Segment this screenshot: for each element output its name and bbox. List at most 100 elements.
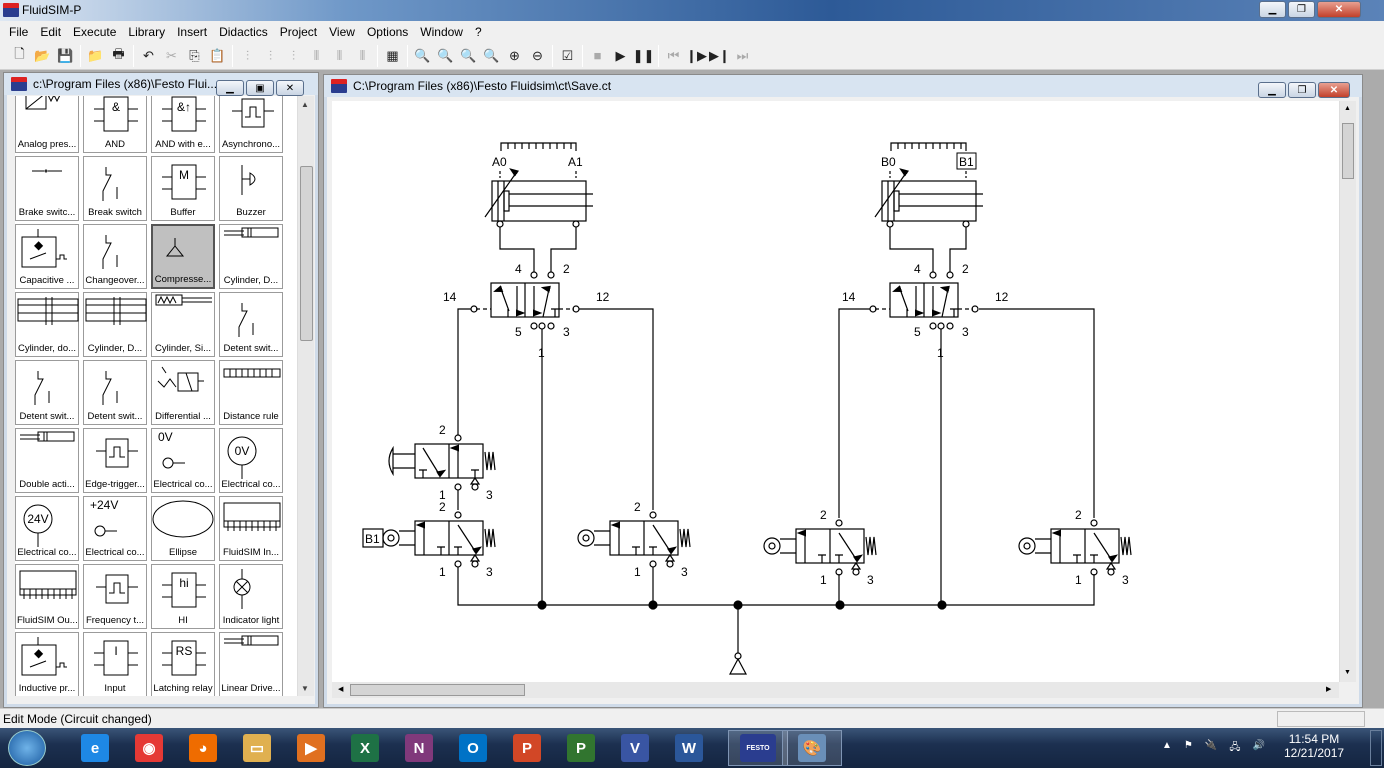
menu-options[interactable]: Options (361, 25, 414, 39)
library-item[interactable]: ◆ Inductive pr... (15, 632, 79, 696)
menu-view[interactable]: View (323, 25, 361, 39)
grid-icon[interactable]: ▦ (381, 45, 404, 67)
library-item[interactable]: Distance rule (219, 360, 283, 425)
library-item[interactable]: Compresse... (151, 224, 215, 289)
library-item[interactable]: Cylinder, do... (15, 292, 79, 357)
library-item[interactable]: Detent swit... (83, 360, 147, 425)
library-item[interactable]: Cylinder, Si... (151, 292, 215, 357)
action-center-flag-icon[interactable]: ⚑ (1184, 740, 1193, 757)
library-item[interactable]: Cylinder, D... (219, 224, 283, 289)
taskbar-firefox[interactable]: ◕ (178, 730, 228, 766)
library-scrollbar[interactable]: ▲ ▼ (297, 96, 314, 696)
library-item[interactable]: 0V Electrical co... (151, 428, 215, 493)
menu-didactics[interactable]: Didactics (213, 25, 274, 39)
taskbar-project[interactable]: P (556, 730, 606, 766)
scroll-right-icon[interactable]: ▶ (1326, 685, 1331, 693)
library-item[interactable]: Break switch (83, 156, 147, 221)
menu-edit[interactable]: Edit (34, 25, 67, 39)
taskbar-fluidsim[interactable]: FESTO (728, 730, 788, 766)
cylinder-b[interactable]: B0 B1 (874, 142, 983, 228)
menu-execute[interactable]: Execute (67, 25, 122, 39)
align-top-icon[interactable]: ⫴ (305, 45, 328, 67)
circuit-close-button[interactable]: ✕ (1318, 82, 1350, 98)
zoom-1-1-icon[interactable]: 🔍 (411, 45, 434, 67)
taskbar-word[interactable]: W (664, 730, 714, 766)
start-button[interactable] (8, 730, 46, 766)
valve-3-2-roller_b1r[interactable]: 2 1 3 (1018, 508, 1132, 587)
copy-icon[interactable]: ⎘ (183, 45, 206, 67)
open-icon[interactable]: 📂 (31, 45, 54, 67)
show-desktop-button[interactable] (1370, 730, 1382, 766)
library-item[interactable]: Analog pres... (15, 96, 79, 153)
zoom-out-icon[interactable]: ⊖ (526, 45, 549, 67)
cut-icon[interactable]: ✂ (160, 45, 183, 67)
fast-forward-icon[interactable]: ⏭ (731, 45, 754, 67)
stop-icon[interactable]: ■ (586, 45, 609, 67)
taskbar-internet-explorer[interactable]: e (70, 730, 120, 766)
save-icon[interactable]: 💾 (54, 45, 77, 67)
circuit-minimize-button[interactable]: ▁ (1258, 82, 1286, 98)
menu-project[interactable]: Project (274, 25, 323, 39)
menu-file[interactable]: File (3, 25, 34, 39)
library-item[interactable]: Brake switc... (15, 156, 79, 221)
taskbar-outlook[interactable]: O (448, 730, 498, 766)
play-icon[interactable]: ▶ (609, 45, 632, 67)
circuit-restore-button[interactable]: ❐ (1288, 82, 1316, 98)
power-icon[interactable]: 🔌 (1205, 740, 1217, 757)
align-right-icon[interactable]: ⫶ (282, 45, 305, 67)
valve-5-2-valveB[interactable]: 42 14 12 5 31 (842, 262, 1009, 360)
menu-library[interactable]: Library (122, 25, 171, 39)
zoom-window-icon[interactable]: 🔍 (480, 45, 503, 67)
clock[interactable]: 11:54 PM 12/21/2017 (1284, 732, 1344, 760)
taskbar-visio[interactable]: V (610, 730, 660, 766)
library-item[interactable]: +24V Electrical co... (83, 496, 147, 561)
library-item[interactable]: Linear Drive... (219, 632, 283, 696)
network-icon[interactable]: 🖧 (1229, 740, 1240, 757)
circuit-vscroll-thumb[interactable] (1342, 123, 1354, 179)
library-item[interactable]: Detent swit... (219, 292, 283, 357)
scroll-up-icon[interactable]: ▲ (301, 100, 309, 109)
valve-3-2-roller_b1[interactable]: B1 2 1 3 (362, 500, 496, 579)
library-item[interactable]: &↑ AND with e... (151, 96, 215, 153)
library-restore-button[interactable]: ▣ (246, 80, 274, 96)
menu-insert[interactable]: Insert (171, 25, 213, 39)
open-project-icon[interactable]: 📁 (84, 45, 107, 67)
circuit-canvas[interactable]: A0 A1 B0 B1 42 14 12 531 42 14 12 531 2 … (332, 101, 1339, 682)
library-item[interactable]: hi HI (151, 564, 215, 629)
new-icon[interactable]: 🗋 (8, 45, 31, 67)
scroll-up-icon[interactable]: ▲ (1344, 105, 1351, 112)
library-item[interactable]: RS Latching relay (151, 632, 215, 696)
circuit-horizontal-scrollbar[interactable]: ◀ ▶ (332, 682, 1339, 698)
valve-3-2-roller_a1[interactable]: 2 1 3 (577, 500, 691, 579)
volume-icon[interactable]: 🔊 (1252, 740, 1264, 757)
menu-window[interactable]: Window (414, 25, 469, 39)
scroll-down-icon[interactable]: ▼ (1344, 669, 1351, 676)
library-minimize-button[interactable]: ▁ (216, 80, 244, 96)
align-center-icon[interactable]: ⫶ (259, 45, 282, 67)
align-left-icon[interactable]: ⫶ (236, 45, 259, 67)
align-bottom-icon[interactable]: ⫴ (351, 45, 374, 67)
taskbar-file-explorer[interactable]: ▭ (232, 730, 282, 766)
library-item[interactable]: & AND (83, 96, 147, 153)
valve-3-2-pushbutton_valve[interactable]: 21 3 (388, 423, 496, 502)
library-close-button[interactable]: ✕ (276, 80, 304, 96)
step-icon[interactable]: ❙▶ (685, 45, 708, 67)
library-item[interactable]: ◆ Capacitive ... (15, 224, 79, 289)
library-item[interactable]: FluidSIM Ou... (15, 564, 79, 629)
library-item[interactable]: Cylinder, D... (83, 292, 147, 357)
taskbar-onenote[interactable]: N (394, 730, 444, 766)
scroll-left-icon[interactable]: ◀ (338, 685, 343, 693)
library-item[interactable]: Buzzer (219, 156, 283, 221)
library-item[interactable]: Indicator light (219, 564, 283, 629)
zoom-in-icon[interactable]: ⊕ (503, 45, 526, 67)
paste-icon[interactable]: 📋 (206, 45, 229, 67)
library-item[interactable]: Changeover... (83, 224, 147, 289)
library-item[interactable]: Ellipse (151, 496, 215, 561)
show-hidden-icons-icon[interactable]: ▲ (1162, 740, 1172, 757)
reset-icon[interactable]: ⏮ (662, 45, 685, 67)
library-item[interactable]: Frequency t... (83, 564, 147, 629)
taskbar-excel[interactable]: X (340, 730, 390, 766)
step-to-end-icon[interactable]: ▶❙ (708, 45, 731, 67)
zoom-fit-width-icon[interactable]: 🔍 (434, 45, 457, 67)
zoom-fit-icon[interactable]: 🔍 (457, 45, 480, 67)
